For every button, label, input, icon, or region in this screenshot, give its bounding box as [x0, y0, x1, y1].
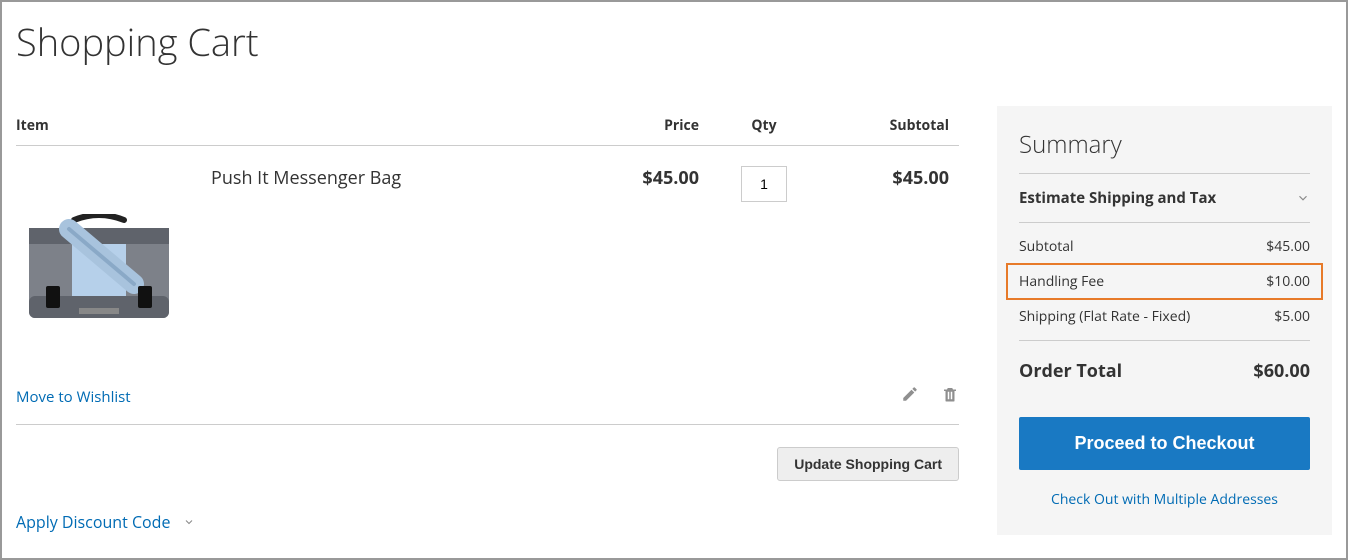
multiple-addresses-link[interactable]: Check Out with Multiple Addresses: [1019, 490, 1310, 509]
summary-label: Handling Fee: [1019, 272, 1104, 291]
move-to-wishlist-link[interactable]: Move to Wishlist: [16, 387, 131, 407]
summary-panel: Summary Estimate Shipping and Tax Subtot…: [997, 106, 1332, 535]
qty-input[interactable]: [741, 166, 787, 202]
summary-value: $45.00: [1266, 237, 1310, 256]
cart-table: Item Price Qty Subtotal: [16, 106, 959, 425]
apply-discount-link[interactable]: Apply Discount Code: [16, 511, 195, 533]
trash-icon[interactable]: [941, 385, 959, 408]
header-item: Item: [16, 106, 569, 146]
product-name[interactable]: Push It Messenger Bag: [211, 166, 401, 351]
proceed-to-checkout-button[interactable]: Proceed to Checkout: [1019, 417, 1310, 470]
item-price: $45.00: [569, 146, 699, 352]
item-actions-row: Move to Wishlist: [16, 351, 959, 425]
edit-icon[interactable]: [901, 385, 919, 408]
header-qty: Qty: [699, 106, 829, 146]
header-subtotal: Subtotal: [829, 106, 959, 146]
estimate-label: Estimate Shipping and Tax: [1019, 188, 1216, 208]
item-subtotal: $45.00: [829, 146, 959, 352]
summary-row-shipping: Shipping (Flat Rate - Fixed) $5.00: [1019, 299, 1310, 341]
summary-value: $10.00: [1266, 272, 1310, 291]
summary-label: Subtotal: [1019, 237, 1074, 256]
cart-item-row: Push It Messenger Bag $45.00 $45.00: [16, 146, 959, 352]
header-price: Price: [569, 106, 699, 146]
chevron-down-icon: [1296, 191, 1310, 205]
cart-column: Item Price Qty Subtotal: [16, 106, 959, 533]
page-title: Shopping Cart: [16, 16, 1332, 68]
discount-link-label: Apply Discount Code: [16, 511, 170, 533]
chevron-down-icon: [183, 516, 195, 528]
estimate-shipping-toggle[interactable]: Estimate Shipping and Tax: [1019, 174, 1310, 223]
summary-value: $5.00: [1274, 307, 1310, 326]
order-total-row: Order Total $60.00: [1019, 341, 1310, 389]
order-total-label: Order Total: [1019, 359, 1122, 383]
order-total-value: $60.00: [1253, 359, 1310, 383]
product-image[interactable]: [16, 186, 181, 351]
summary-row-handling-fee: Handling Fee $10.00: [1007, 264, 1322, 299]
cart-actions: Update Shopping Cart: [16, 425, 959, 481]
summary-row-subtotal: Subtotal $45.00: [1019, 223, 1310, 264]
summary-title: Summary: [1019, 128, 1310, 174]
summary-label: Shipping (Flat Rate - Fixed): [1019, 307, 1190, 326]
update-cart-button[interactable]: Update Shopping Cart: [777, 447, 959, 481]
